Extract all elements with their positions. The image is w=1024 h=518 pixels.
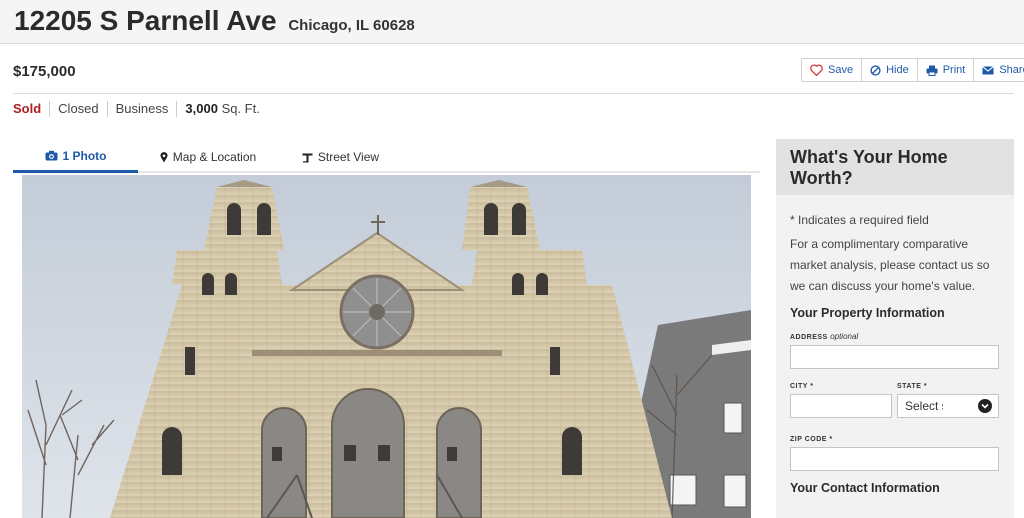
save-label: Save <box>828 64 854 76</box>
form-description: For a complimentary comparative market a… <box>790 237 990 293</box>
hide-label: Hide <box>886 64 909 76</box>
tab-street-view[interactable]: Street View <box>278 141 403 173</box>
contact-section-title: Your Contact Information <box>790 481 940 495</box>
listing-status-row: Sold Closed Business 3,000 Sq. Ft. <box>13 101 268 117</box>
page-title: 12205 S Parnell Ave Chicago, IL 60628 <box>14 5 415 37</box>
state-select[interactable]: Select s <box>897 394 999 418</box>
media-tabs: 1 Photo Map & Location Street View <box>13 141 760 173</box>
save-button[interactable]: Save <box>802 59 863 81</box>
envelope-icon <box>982 65 994 75</box>
address-input[interactable] <box>790 345 999 369</box>
zip-label: ZIP CODE * <box>790 436 833 443</box>
property-section-title: Your Property Information <box>790 306 945 320</box>
chevron-down-icon <box>978 399 992 413</box>
tab-map-label: Map & Location <box>172 150 257 164</box>
listing-price: $175,000 <box>13 63 76 80</box>
heart-icon <box>810 64 823 76</box>
divider <box>13 93 1014 94</box>
closed-status: Closed <box>49 101 106 117</box>
print-button[interactable]: Print <box>918 59 975 81</box>
sqft-unit: Sq. Ft. <box>221 101 260 116</box>
optional-tag: optional <box>830 332 859 341</box>
form-title: What's Your Home Worth? <box>776 139 1014 195</box>
hide-button[interactable]: Hide <box>862 59 918 81</box>
square-footage: 3,000 Sq. Ft. <box>176 101 267 117</box>
street-address: 12205 S Parnell Ave <box>14 5 277 36</box>
status-badge: Sold <box>13 101 42 116</box>
state-label: STATE * <box>897 383 928 390</box>
ban-icon <box>870 64 881 76</box>
sqft-value: 3,000 <box>185 101 218 116</box>
tab-photos-label: 1 Photo <box>62 148 107 163</box>
camera-icon <box>45 150 58 161</box>
print-label: Print <box>942 64 966 76</box>
state-select-value: Select s <box>905 399 943 413</box>
zip-input[interactable] <box>790 447 999 471</box>
required-note: * Indicates a required field <box>790 213 929 227</box>
property-type: Business <box>106 101 177 117</box>
share-label: Share <box>999 64 1024 76</box>
map-pin-icon <box>160 151 168 163</box>
address-label-text: ADDRESS <box>790 334 828 341</box>
city-state-zip: Chicago, IL 60628 <box>288 17 415 34</box>
tab-street-view-label: Street View <box>317 150 380 164</box>
home-value-form: What's Your Home Worth? * Indicates a re… <box>776 139 1014 518</box>
address-header: 12205 S Parnell Ave Chicago, IL 60628 <box>0 0 1024 44</box>
street-view-icon <box>302 152 313 163</box>
city-input[interactable] <box>790 394 892 418</box>
property-photo[interactable] <box>22 175 751 518</box>
listing-actions: Save Hide Print Share <box>801 58 1024 82</box>
printer-icon <box>926 65 938 76</box>
tab-map-location[interactable]: Map & Location <box>138 141 278 173</box>
share-button[interactable]: Share <box>974 59 1024 81</box>
address-label: ADDRESS optional <box>790 332 1000 341</box>
tab-photos[interactable]: 1 Photo <box>13 141 138 173</box>
city-label: CITY * <box>790 383 814 390</box>
